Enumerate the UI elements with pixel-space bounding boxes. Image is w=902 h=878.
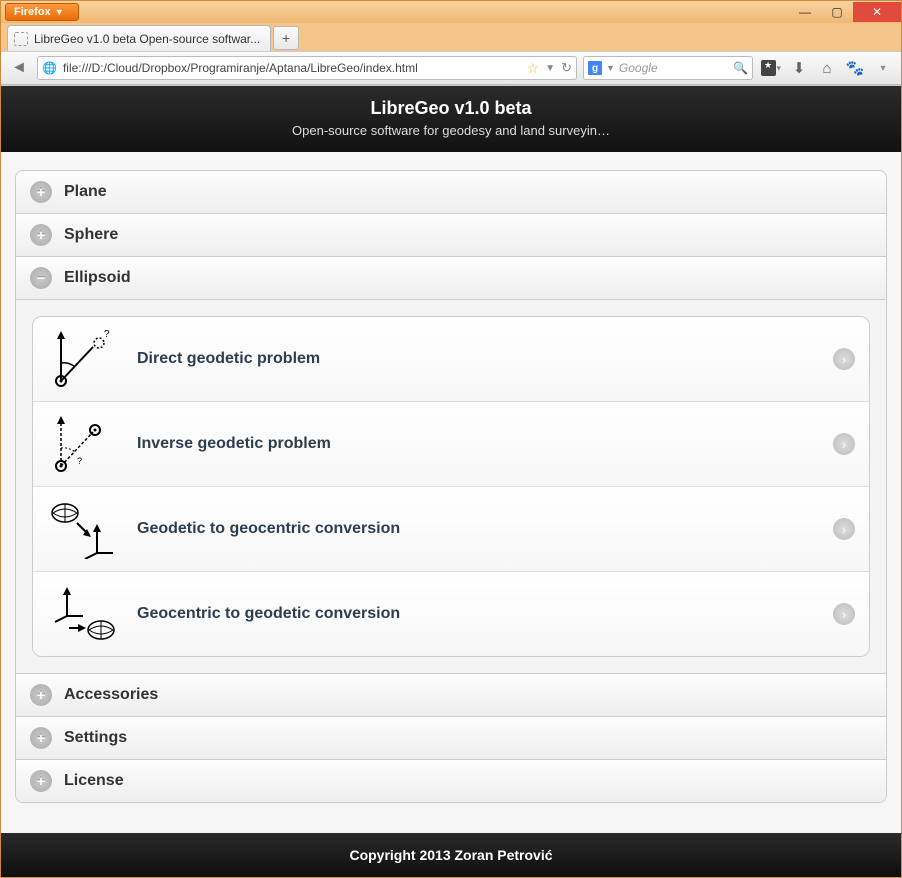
accordion-label: Sphere	[64, 226, 118, 244]
accordion-label: Ellipsoid	[64, 269, 131, 287]
list-item-geo-to-geocentric[interactable]: Geodetic to geocentric conversion ›	[33, 487, 869, 572]
accordion-header-sphere[interactable]: + Sphere	[16, 214, 886, 256]
list-label: Geocentric to geodetic conversion	[137, 605, 815, 623]
downloads-icon[interactable]: ⬇	[789, 58, 809, 78]
browser-tab[interactable]: LibreGeo v1.0 beta Open-source softwar..…	[7, 25, 271, 51]
addon-icon[interactable]: 🐾	[845, 58, 865, 78]
toolbar-icons: ▾ ⬇ ⌂ 🐾 ▾	[759, 58, 895, 78]
firefox-menu-button[interactable]: Firefox ▼	[5, 3, 79, 21]
plus-icon: +	[30, 181, 52, 203]
menu-dropdown-icon[interactable]: ▾	[873, 58, 893, 78]
tab-title: LibreGeo v1.0 beta Open-source softwar..…	[34, 32, 260, 46]
plus-icon: +	[30, 224, 52, 246]
url-text: file:///D:/Cloud/Dropbox/Programiranje/A…	[63, 61, 521, 75]
home-icon[interactable]: ⌂	[817, 58, 837, 78]
chevron-right-icon: ›	[833, 603, 855, 625]
chevron-down-icon: ▼	[55, 7, 64, 17]
list-label: Inverse geodetic problem	[137, 435, 815, 453]
accordion-header-settings[interactable]: + Settings	[16, 717, 886, 759]
reload-icon[interactable]: ↻	[561, 60, 572, 76]
close-button[interactable]: ✕	[853, 2, 901, 22]
accordion-group: + Plane + Sphere − Ellipsoid	[15, 170, 887, 803]
page-header: LibreGeo v1.0 beta Open-source software …	[1, 86, 901, 152]
accordion-label: Accessories	[64, 686, 158, 704]
plus-icon: +	[30, 727, 52, 749]
accordion-label: Plane	[64, 183, 107, 201]
accordion-ellipsoid: − Ellipsoid	[16, 257, 886, 674]
list-label: Geodetic to geocentric conversion	[137, 520, 815, 538]
chevron-right-icon: ›	[833, 518, 855, 540]
history-dropdown-icon[interactable]: ▼	[545, 63, 555, 74]
search-icon[interactable]: 🔍	[733, 61, 748, 75]
list-item-geocentric-to-geo[interactable]: Geocentric to geodetic conversion ›	[33, 572, 869, 656]
accordion-settings: + Settings	[16, 717, 886, 760]
list-label: Direct geodetic problem	[137, 350, 815, 368]
firefox-label: Firefox	[14, 6, 51, 18]
accordion-header-license[interactable]: + License	[16, 760, 886, 802]
maximize-button[interactable]: ▢	[821, 2, 853, 22]
window-controls: — ▢ ✕	[789, 2, 901, 22]
bookmark-star-icon[interactable]: ☆	[527, 60, 540, 77]
plus-icon: +	[30, 684, 52, 706]
viewport: LibreGeo v1.0 beta Open-source software …	[1, 85, 901, 877]
svg-text:?: ?	[77, 456, 82, 466]
ellipsoid-list: ? Direct geodetic problem ›	[32, 316, 870, 657]
nav-toolbar: ◄ 🌐 file:///D:/Cloud/Dropbox/Programiran…	[1, 51, 901, 85]
minimize-button[interactable]: —	[789, 2, 821, 22]
accordion-accessories: + Accessories	[16, 674, 886, 717]
back-button[interactable]: ◄	[7, 56, 31, 80]
accordion-label: License	[64, 772, 124, 790]
accordion-header-plane[interactable]: + Plane	[16, 171, 886, 213]
content-area: + Plane + Sphere − Ellipsoid	[1, 152, 901, 833]
browser-window: Firefox ▼ — ▢ ✕ LibreGeo v1.0 beta Open-…	[0, 0, 902, 878]
accordion-label: Settings	[64, 729, 127, 747]
accordion-plane: + Plane	[16, 171, 886, 214]
search-engine-dropdown-icon[interactable]: ▼	[606, 63, 615, 73]
inverse-problem-icon: ?	[47, 412, 119, 476]
google-icon: g	[588, 61, 602, 75]
plus-icon: +	[30, 770, 52, 792]
geocentric-to-geo-icon	[47, 582, 119, 646]
accordion-license: + License	[16, 760, 886, 802]
tabstrip: LibreGeo v1.0 beta Open-source softwar..…	[1, 23, 901, 51]
minus-icon: −	[30, 267, 52, 289]
accordion-header-ellipsoid[interactable]: − Ellipsoid	[16, 257, 886, 299]
page-title: LibreGeo v1.0 beta	[11, 98, 891, 119]
bookmarks-menu-icon[interactable]: ▾	[761, 58, 781, 78]
list-item-direct[interactable]: ? Direct geodetic problem ›	[33, 317, 869, 402]
search-placeholder: Google	[619, 61, 729, 75]
footer-text: Copyright 2013 Zoran Petrović	[349, 847, 552, 863]
list-item-inverse[interactable]: ? Inverse geodetic problem ›	[33, 402, 869, 487]
accordion-header-accessories[interactable]: + Accessories	[16, 674, 886, 716]
geo-to-geocentric-icon	[47, 497, 119, 561]
page-footer: Copyright 2013 Zoran Petrović	[1, 833, 901, 877]
globe-icon: 🌐	[42, 61, 57, 75]
new-tab-button[interactable]: +	[273, 26, 299, 50]
chevron-right-icon: ›	[833, 348, 855, 370]
search-bar[interactable]: g ▼ Google 🔍	[583, 56, 753, 80]
svg-text:?: ?	[104, 329, 110, 340]
accordion-sphere: + Sphere	[16, 214, 886, 257]
page-subtitle: Open-source software for geodesy and lan…	[11, 123, 891, 138]
page: LibreGeo v1.0 beta Open-source software …	[1, 86, 901, 877]
url-bar[interactable]: 🌐 file:///D:/Cloud/Dropbox/Programiranje…	[37, 56, 577, 80]
page-icon	[14, 32, 28, 46]
chevron-right-icon: ›	[833, 433, 855, 455]
accordion-body-ellipsoid: ? Direct geodetic problem ›	[16, 299, 886, 673]
titlebar: Firefox ▼ — ▢ ✕	[1, 1, 901, 23]
direct-problem-icon: ?	[47, 327, 119, 391]
